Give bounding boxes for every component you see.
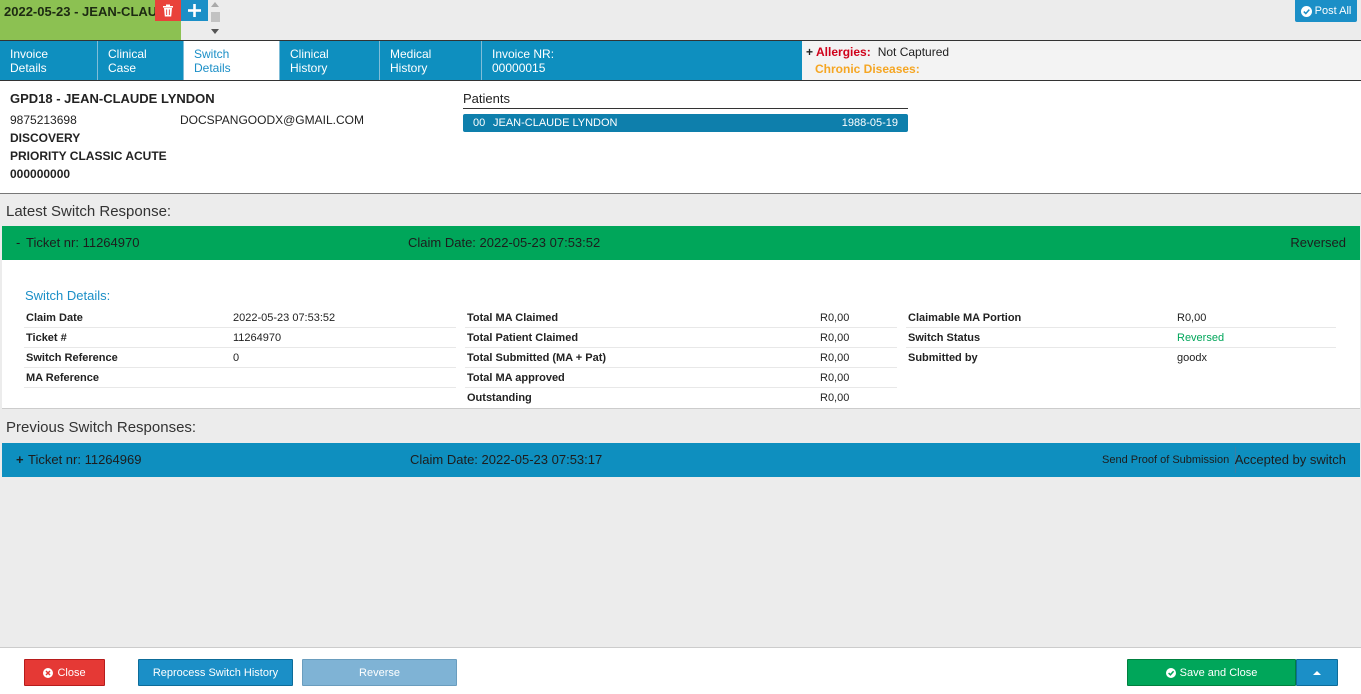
claim-date: Claim Date: 2022-05-23 07:53:52 <box>408 235 601 250</box>
switch-details-title: Switch Details: <box>25 288 111 303</box>
chronic-diseases-label: Chronic Diseases: <box>815 62 920 76</box>
scroll-up-icon[interactable] <box>211 2 219 7</box>
switch-status-value: Reversed <box>1177 331 1225 344</box>
tab-switch-details[interactable]: Switch Details <box>184 41 280 80</box>
details-column-3: Claimable MA Portion R0,00 Switch Status R… <box>906 308 1336 368</box>
claim-date: Claim Date: 2022-05-23 07:53:17 <box>410 452 603 467</box>
trash-icon <box>163 4 173 17</box>
patients-heading: Patients <box>463 91 908 109</box>
collapse-toggle[interactable]: - <box>16 235 20 250</box>
latest-switch-heading: Latest Switch Response: <box>6 203 172 220</box>
details-column-2: Total MA Claimed R0,00 Total Patient Clai… <box>465 308 897 408</box>
patient-info: GPD18 - JEAN-CLAUDE LYNDON 9875213698 DO… <box>0 81 1361 194</box>
member-number: 000000000 <box>10 167 71 181</box>
medical-aid: DISCOVERY <box>10 131 81 145</box>
expand-toggle[interactable]: + <box>16 452 24 467</box>
switch-status: Reversed <box>1290 235 1346 250</box>
close-label: Close <box>57 666 86 679</box>
ticket-number: Ticket nr: 11264970 <box>26 235 140 250</box>
detail-row: Claim Date 2022-05-23 07:53:52 <box>24 308 456 328</box>
plus-icon <box>188 4 201 17</box>
scroll-down-icon[interactable] <box>211 29 219 34</box>
allergies-label: Allergies: <box>816 44 871 59</box>
reverse-button[interactable]: Reverse <box>302 659 457 686</box>
phone-number: 9875213698 <box>10 113 77 127</box>
top-strip: 2022-05-23 - JEAN-CLAUDE Post All <box>0 0 1361 40</box>
detail-row: Switch Status Reversed <box>906 328 1336 348</box>
close-button[interactable]: Close <box>24 659 105 686</box>
detail-row: Switch Reference 0 <box>24 348 456 368</box>
caret-up-icon <box>1313 670 1321 675</box>
save-options-dropdown[interactable] <box>1296 659 1338 686</box>
scroll-thumb[interactable] <box>211 12 220 22</box>
post-all-label: Post All <box>1314 5 1352 17</box>
patient-name: JEAN-CLAUDE LYNDON <box>493 117 618 129</box>
email-address: DOCSPANGOODX@GMAIL.COM <box>180 113 364 127</box>
detail-row: Claimable MA Portion R0,00 <box>906 308 1336 328</box>
detail-row: Total Patient Claimed R0,00 <box>465 328 897 348</box>
detail-row: Total MA Claimed R0,00 <box>465 308 897 328</box>
add-invoice-button[interactable] <box>181 0 208 21</box>
invoice-number: Invoice NR: 00000015 <box>492 46 555 75</box>
switch-status: Accepted by switch <box>1234 452 1346 467</box>
send-proof-button[interactable]: Send Proof of Submission <box>1096 447 1237 473</box>
tab-invoice-details[interactable]: Invoice Details <box>0 41 98 80</box>
previous-switch-heading: Previous Switch Responses: <box>6 419 197 436</box>
expand-allergies-icon[interactable]: + <box>806 45 813 59</box>
invoice-tab[interactable]: 2022-05-23 - JEAN-CLAUDE <box>0 0 181 40</box>
switch-details-panel: Switch Details: Claim Date 2022-05-23 07:… <box>2 260 1360 409</box>
reprocess-switch-history-button[interactable]: Reprocess Switch History <box>138 659 293 686</box>
tab-clinical-case[interactable]: Clinical Case <box>98 41 184 80</box>
allergies-value: Not Captured <box>877 44 950 59</box>
check-circle-icon <box>1300 5 1312 17</box>
details-column-1: Claim Date 2022-05-23 07:53:52 Ticket #11… <box>24 308 456 388</box>
detail-row: Total Submitted (MA + Pat) R0,00 <box>465 348 897 368</box>
save-and-close-label: Save and Close <box>1179 666 1258 679</box>
detail-row: Submitted by goodx <box>908 352 1207 364</box>
tab-scrollbar[interactable] <box>209 0 222 38</box>
close-circle-icon <box>43 667 54 678</box>
post-all-button[interactable]: Post All <box>1295 0 1357 22</box>
check-circle-icon <box>1165 667 1176 678</box>
previous-ticket-bar[interactable]: + Ticket nr: 11264969 Claim Date: 2022-0… <box>2 443 1360 477</box>
tab-medical-history[interactable]: Medical History <box>380 41 482 80</box>
detail-row: MA Reference <box>24 368 456 388</box>
tab-clinical-history[interactable]: Clinical History <box>280 41 380 80</box>
invoice-nav: Invoice Details Clinical Case Switch Det… <box>0 40 1361 81</box>
account-name: GPD18 - JEAN-CLAUDE LYNDON <box>10 91 215 106</box>
detail-row: Total MA approved R0,00 <box>465 368 897 388</box>
allergy-panel: + Allergies: Not Captured Chronic Diseas… <box>802 41 1361 80</box>
detail-row: Outstanding R0,00 <box>467 392 850 404</box>
ticket-number: Ticket nr: 11264969 <box>28 452 142 467</box>
patient-row[interactable]: 00 JEAN-CLAUDE LYNDON 1988-05-19 <box>463 114 908 132</box>
save-and-close-button[interactable]: Save and Close <box>1127 659 1296 686</box>
delete-invoice-button[interactable] <box>155 0 181 21</box>
medical-aid-plan: PRIORITY CLASSIC ACUTE <box>10 149 167 163</box>
patient-dob: 1988-05-19 <box>841 117 898 129</box>
patient-dependant-number: 00 <box>473 117 486 129</box>
latest-ticket-bar[interactable]: - Ticket nr: 11264970 Claim Date: 2022-0… <box>2 226 1360 260</box>
footer-toolbar: Close Reprocess Switch History Reverse S… <box>0 647 1361 694</box>
detail-row: Ticket #11264970 <box>24 328 456 348</box>
